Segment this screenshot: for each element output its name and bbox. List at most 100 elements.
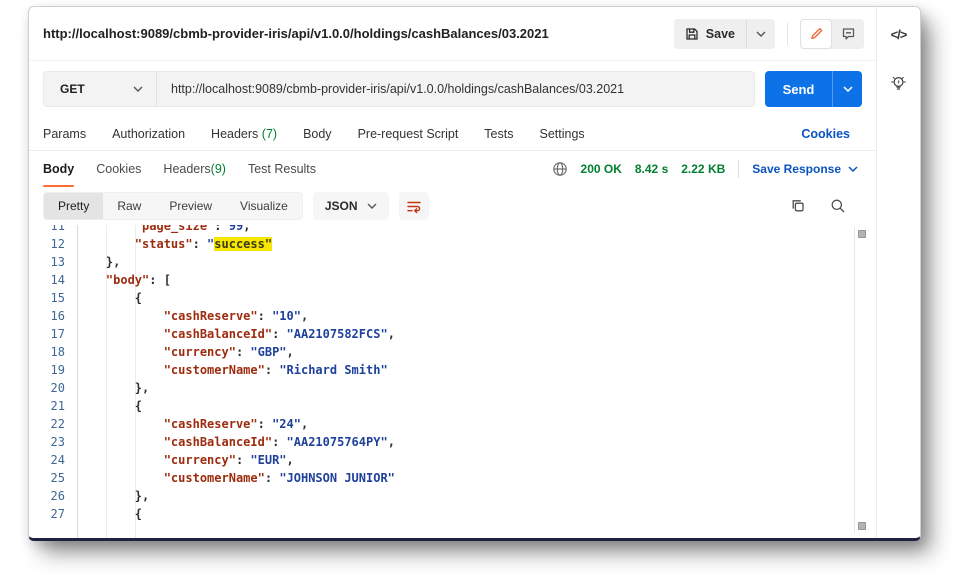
send-button[interactable]: Send [765, 71, 832, 107]
code-lines: 11 "page_size": 99,12 "status": "success… [29, 225, 876, 523]
titlebar-divider [787, 23, 788, 45]
response-tab-test-results[interactable]: Test Results [248, 151, 316, 187]
line-content: "cashBalanceId": "AA2107582FCS", [77, 325, 395, 343]
response-time: 8.42 s [635, 162, 668, 176]
chevron-down-icon [367, 203, 377, 209]
response-tab-cookies[interactable]: Cookies [96, 151, 141, 187]
line-content: "customerName": "Richard Smith" [77, 361, 388, 379]
line-content: "customerName": "JOHNSON JUNIOR" [77, 469, 395, 487]
code-line: 21 { [29, 397, 876, 415]
line-content: }, [77, 487, 149, 505]
scroll-down-button[interactable] [858, 522, 866, 530]
save-response-button[interactable]: Save Response [752, 162, 858, 176]
code-line: 20 }, [29, 379, 876, 397]
view-mode-visualize[interactable]: Visualize [226, 193, 302, 219]
tab-label: Headers [163, 162, 210, 176]
status-badge: 200 OK [581, 162, 622, 176]
send-options-button[interactable] [832, 71, 862, 107]
edit-button[interactable] [800, 19, 832, 49]
code-line: 24 "currency": "EUR", [29, 451, 876, 469]
line-content: "status": "success" [77, 235, 272, 253]
request-tab-params[interactable]: Params [43, 127, 86, 141]
method-selector[interactable]: GET [44, 82, 156, 96]
scroll-up-button[interactable] [858, 230, 866, 238]
line-content: "cashReserve": "10", [77, 307, 308, 325]
copy-button[interactable] [790, 198, 806, 214]
code-snippet-button[interactable]: </> [891, 27, 907, 42]
line-number: 13 [29, 253, 77, 271]
request-tab-headers[interactable]: Headers (7) [211, 127, 277, 141]
cookies-link[interactable]: Cookies [801, 127, 862, 141]
chevron-down-icon [848, 166, 858, 172]
request-title: http://localhost:9089/cbmb-provider-iris… [43, 26, 674, 41]
tab-label: Tests [484, 127, 513, 141]
meta-divider [738, 160, 739, 178]
response-tab-body[interactable]: Body [43, 151, 74, 187]
save-button[interactable]: Save [674, 19, 746, 49]
tab-label: Visualize [240, 199, 288, 213]
line-content: "currency": "GBP", [77, 343, 294, 361]
line-number: 20 [29, 379, 77, 397]
view-mode-pretty[interactable]: Pretty [44, 193, 103, 219]
tab-label: Headers [211, 127, 262, 141]
response-meta: 200 OK 8.42 s 2.22 KB Save Response [552, 160, 862, 178]
request-bar: GET http://localhost:9089/cbmb-provider-… [29, 61, 876, 117]
code-line: 27 { [29, 505, 876, 523]
comment-button[interactable] [832, 19, 864, 49]
lightbulb-icon[interactable] [889, 74, 908, 93]
response-tab-headers[interactable]: Headers (9) [163, 151, 226, 187]
response-size: 2.22 KB [681, 162, 725, 176]
search-button[interactable] [830, 198, 846, 214]
format-selector[interactable]: JSON [313, 192, 389, 220]
vertical-scrollbar[interactable] [854, 227, 867, 533]
wrap-lines-button[interactable] [399, 192, 429, 220]
line-number: 14 [29, 271, 77, 289]
view-mode-raw[interactable]: Raw [103, 193, 155, 219]
code-line: 23 "cashBalanceId": "AA21075764PY", [29, 433, 876, 451]
request-tab-body[interactable]: Body [303, 127, 332, 141]
line-content: "cashBalanceId": "AA21075764PY", [77, 433, 395, 451]
line-number: 24 [29, 451, 77, 469]
code-line: 19 "customerName": "Richard Smith" [29, 361, 876, 379]
line-number: 11 [29, 225, 77, 235]
tab-label: Test Results [248, 162, 316, 176]
chevron-down-icon [756, 31, 766, 37]
response-tabs-row: Body Cookies Headers (9) Test Results 200 O… [29, 151, 876, 187]
request-tab-authorization[interactable]: Authorization [112, 127, 185, 141]
line-content: }, [77, 379, 149, 397]
tab-label: Preview [169, 199, 212, 213]
line-number: 16 [29, 307, 77, 325]
tab-label: Pre-request Script [358, 127, 459, 141]
request-tab-settings[interactable]: Settings [539, 127, 584, 141]
request-tabs: Params Authorization Headers (7) Body Pre-re… [29, 117, 876, 151]
line-number: 25 [29, 469, 77, 487]
right-sidebar: </> [876, 7, 920, 538]
code-line: 15 { [29, 289, 876, 307]
line-number: 23 [29, 433, 77, 451]
line-number: 12 [29, 235, 77, 253]
globe-icon [552, 161, 568, 177]
tab-label: Authorization [112, 127, 185, 141]
save-options-button[interactable] [747, 19, 775, 49]
line-content: { [77, 397, 142, 415]
tab-label: Params [43, 127, 86, 141]
edit-comment-group [800, 19, 864, 49]
tab-label: Settings [539, 127, 584, 141]
tab-label: Body [43, 162, 74, 176]
code-line: 13 }, [29, 253, 876, 271]
line-content: { [77, 289, 142, 307]
line-number: 15 [29, 289, 77, 307]
code-line: 25 "customerName": "JOHNSON JUNIOR" [29, 469, 876, 487]
tab-count: (7) [262, 127, 277, 141]
line-number: 26 [29, 487, 77, 505]
code-line: 26 }, [29, 487, 876, 505]
request-tab-pre-request-script[interactable]: Pre-request Script [358, 127, 459, 141]
main-column: http://localhost:9089/cbmb-provider-iris… [29, 7, 876, 538]
request-tab-tests[interactable]: Tests [484, 127, 513, 141]
save-icon [685, 27, 699, 41]
line-content: "currency": "EUR", [77, 451, 294, 469]
url-input[interactable]: http://localhost:9089/cbmb-provider-iris… [157, 82, 638, 96]
line-content: "cashReserve": "24", [77, 415, 308, 433]
app-window: http://localhost:9089/cbmb-provider-iris… [28, 6, 921, 541]
view-mode-preview[interactable]: Preview [155, 193, 226, 219]
